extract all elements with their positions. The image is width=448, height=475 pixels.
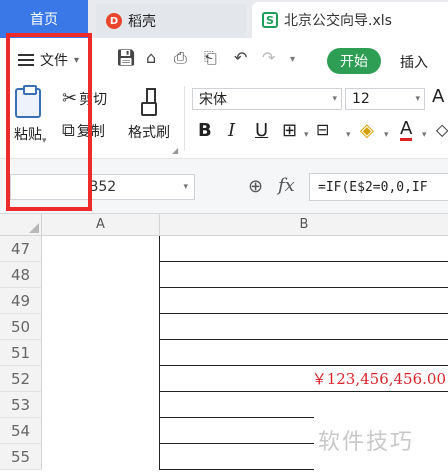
cell-a[interactable]	[42, 444, 160, 470]
merge-cells-icon[interactable]: ⊟	[316, 120, 329, 139]
cell-b[interactable]	[160, 314, 448, 340]
row-header[interactable]: 53	[0, 392, 42, 418]
print-preview-icon[interactable]: ⎗	[204, 48, 217, 68]
table-row: 51	[0, 340, 448, 366]
redo-icon[interactable]: ↷	[262, 48, 275, 67]
cell-b[interactable]	[160, 340, 448, 366]
cell-a[interactable]	[42, 366, 160, 392]
font-name-select[interactable]: 宋体 ▾	[192, 88, 342, 110]
fill-color-icon[interactable]: ◈	[360, 120, 374, 141]
formula-input[interactable]: =IF(E$2=0,0,IF	[309, 173, 448, 201]
format-icon[interactable]: ⌂	[146, 48, 156, 67]
cell-a[interactable]	[42, 288, 160, 314]
copy-icon: ⧉	[62, 120, 75, 141]
spreadsheet-logo-icon: S	[262, 12, 278, 28]
zoom-icon[interactable]: ⊕	[248, 176, 263, 197]
paste-button[interactable]: 粘贴	[14, 85, 42, 144]
cell-a[interactable]	[42, 314, 160, 340]
table-row: 50	[0, 314, 448, 340]
chevron-down-icon[interactable]: ▾	[42, 136, 47, 146]
bold-button[interactable]: B	[198, 120, 212, 141]
chevron-down-icon[interactable]: ▾	[290, 54, 295, 65]
chevron-down-icon[interactable]: ▾	[304, 130, 309, 140]
chevron-down-icon[interactable]: ▾	[346, 130, 351, 140]
chevron-down-icon[interactable]: ▾	[384, 130, 389, 140]
chevron-down-icon[interactable]: ▾	[422, 130, 427, 140]
tab-bar: 首页 D 稻壳 S 北京公交向导.xls	[0, 0, 448, 38]
file-menu[interactable]: 文件 ▾	[18, 50, 79, 70]
table-row: 53	[0, 392, 448, 418]
tab-document[interactable]: S 北京公交向导.xls	[252, 2, 448, 38]
chevron-down-icon: ▾	[332, 94, 337, 104]
cell-b[interactable]	[160, 392, 448, 418]
italic-button[interactable]: I	[228, 120, 235, 141]
row-header[interactable]: 55	[0, 444, 42, 470]
format-painter-button[interactable]: 格式刷	[128, 88, 170, 142]
cell-a[interactable]	[42, 262, 160, 288]
tab-daoke-label: 稻壳	[128, 14, 156, 30]
scissors-icon: ✂	[62, 88, 78, 109]
tab-insert[interactable]: 插入	[400, 52, 428, 72]
row-header[interactable]: 54	[0, 418, 42, 444]
row-header[interactable]: 49	[0, 288, 42, 314]
font-color-icon[interactable]: A	[400, 120, 413, 141]
copy-button[interactable]: ⧉ 复制	[62, 120, 105, 141]
borders-icon[interactable]: ⊞	[282, 120, 297, 141]
dialog-launcher-icon[interactable]: ◢	[172, 146, 178, 155]
table-row: 48	[0, 262, 448, 288]
cell-b-active[interactable]: ￥123,456,456.00	[160, 366, 448, 392]
tab-start[interactable]: 开始	[327, 48, 381, 74]
font-size-value: 12	[352, 91, 370, 107]
insert-function-icon[interactable]: fx	[278, 175, 295, 196]
chevron-down-icon: ▾	[183, 182, 188, 192]
paintbrush-icon	[141, 88, 157, 118]
column-header-a[interactable]: A	[42, 214, 160, 236]
cell-b[interactable]	[160, 262, 448, 288]
row-header[interactable]: 50	[0, 314, 42, 340]
column-header-b[interactable]: B	[160, 214, 448, 236]
font-size-select[interactable]: 12 ▾	[345, 88, 425, 110]
font-grow-icon[interactable]: A	[432, 86, 444, 107]
undo-icon[interactable]: ↶	[234, 48, 247, 67]
cell-a[interactable]	[42, 236, 160, 262]
row-header[interactable]: 51	[0, 340, 42, 366]
format-painter-label: 格式刷	[128, 125, 170, 141]
print-icon[interactable]: ⎙	[174, 48, 187, 68]
save-icon[interactable]: 💾︎	[116, 48, 136, 67]
tab-document-label: 北京公交向导.xls	[284, 13, 392, 29]
name-box[interactable]: B52 ▾	[10, 174, 195, 200]
table-row: 49	[0, 288, 448, 314]
divider	[184, 86, 185, 150]
file-menu-label: 文件	[40, 53, 68, 69]
clipboard-icon	[15, 85, 41, 118]
ribbon: 文件 ▾ 💾︎ ⌂ ⎙ ⎗ ↶ ↷ ▾ 开始 插入 粘贴 ▾ ✂ 剪切 ⧉ 复制…	[0, 38, 448, 158]
cell-a[interactable]	[42, 340, 160, 366]
daoke-logo-icon: D	[106, 13, 122, 29]
chevron-down-icon: ▾	[415, 94, 420, 104]
chevron-down-icon: ▾	[74, 54, 80, 66]
hamburger-icon	[18, 54, 34, 66]
cell-b[interactable]	[160, 288, 448, 314]
underline-button[interactable]: U	[255, 120, 268, 141]
copy-label: 复制	[76, 123, 105, 140]
table-row: 47	[0, 236, 448, 262]
select-all-corner[interactable]	[0, 214, 42, 236]
row-header[interactable]: 47	[0, 236, 42, 262]
cell-a[interactable]	[42, 418, 160, 444]
cut-label: 剪切	[79, 91, 108, 108]
cut-button[interactable]: ✂ 剪切	[62, 88, 107, 109]
font-name-value: 宋体	[199, 92, 227, 108]
watermark: 软件技巧	[318, 430, 415, 455]
formula-bar: B52 ▾ ⊕ fx =IF(E$2=0,0,IF	[0, 158, 448, 214]
row-header[interactable]: 52	[0, 366, 42, 392]
eraser-icon[interactable]: ◇	[436, 120, 448, 139]
row-header[interactable]: 48	[0, 262, 42, 288]
name-box-value: B52	[88, 179, 117, 195]
tab-daoke[interactable]: D 稻壳	[96, 4, 246, 38]
tab-home[interactable]: 首页	[0, 0, 88, 38]
cell-b[interactable]	[160, 236, 448, 262]
paste-label: 粘贴	[14, 127, 42, 143]
table-row: 52 ￥123,456,456.00	[0, 366, 448, 392]
cell-a[interactable]	[42, 392, 160, 418]
